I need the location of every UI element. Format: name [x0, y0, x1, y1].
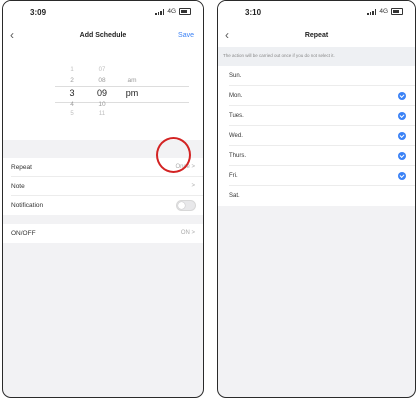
checkmark-icon — [398, 152, 406, 160]
day-row-mon[interactable]: Mon. — [218, 86, 415, 106]
network-label: 4G — [379, 8, 388, 15]
checkmark-icon — [398, 172, 406, 180]
repeat-description: The action will be carried out once if y… — [218, 47, 415, 66]
notification-row: Notification — [3, 196, 203, 215]
battery-icon — [391, 8, 403, 15]
status-time: 3:09 — [30, 8, 47, 17]
day-row-wed[interactable]: Wed. — [218, 126, 415, 146]
day-row-sat[interactable]: Sat. — [218, 186, 415, 206]
status-bar: 3:09 4G — [3, 1, 203, 25]
selected-ampm: pm — [125, 88, 139, 98]
add-schedule-screen: 3:09 4G ‹ Add Schedule Save 1 2 3 4 5 07… — [2, 0, 204, 398]
network-label: 4G — [167, 8, 176, 15]
selected-minute: 09 — [96, 88, 107, 98]
nav-bar: ‹ Repeat — [218, 25, 415, 47]
status-bar: 3:10 4G — [218, 1, 415, 25]
time-picker[interactable]: 1 2 3 4 5 07 08 09 10 11 am pm — [3, 47, 203, 140]
day-row-thu[interactable]: Thurs. — [218, 146, 415, 166]
page-title: Add Schedule — [79, 32, 127, 39]
onoff-row[interactable]: ON/OFF ON > — [3, 224, 203, 243]
note-chevron-icon: > — [191, 183, 195, 189]
signal-icon — [367, 8, 377, 15]
day-row-tue[interactable]: Tues. — [218, 106, 415, 126]
save-button[interactable]: Save — [178, 32, 194, 39]
page-title: Repeat — [304, 32, 329, 39]
onoff-value: ON > — [180, 230, 195, 236]
note-row[interactable]: Note > — [3, 177, 203, 196]
notification-toggle[interactable] — [176, 200, 196, 211]
repeat-screen: 3:10 4G ‹ Repeat The action will be carr… — [217, 0, 416, 398]
day-row-fri[interactable]: Fri. — [218, 166, 415, 186]
checkmark-icon — [398, 92, 406, 100]
checkmark-icon — [398, 132, 406, 140]
day-row-sun[interactable]: Sun. — [218, 66, 415, 86]
battery-icon — [179, 8, 191, 15]
status-time: 3:10 — [245, 8, 262, 17]
selected-hour: 3 — [69, 88, 75, 98]
annotation-circle — [156, 137, 191, 173]
checkmark-icon — [398, 112, 406, 120]
nav-bar: ‹ Add Schedule Save — [3, 25, 203, 47]
signal-icon — [155, 8, 165, 15]
